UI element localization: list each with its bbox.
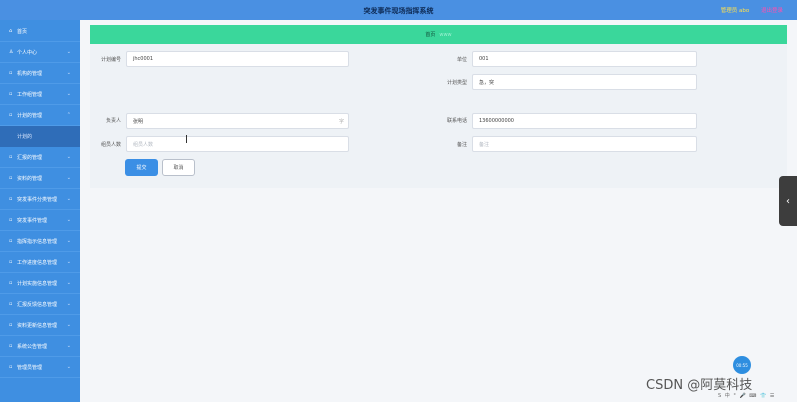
sidebar-item-admin[interactable]: ▫ 管理员管理 ⌄ — [0, 357, 80, 378]
folder-icon: ▫ — [9, 174, 13, 181]
chevron-down-icon: ⌄ — [66, 343, 71, 349]
chevron-down-icon: ⌄ — [66, 217, 71, 223]
sidebar-subitem-plan[interactable]: 计划的 — [0, 126, 80, 147]
sidebar-item-label: 资料的管理 — [17, 175, 43, 182]
sidebar-item-label: 汇报的管理 — [17, 154, 43, 161]
user-icon: ♙ — [9, 48, 14, 55]
chevron-down-icon: ⌄ — [66, 364, 71, 370]
watermark: CSDN @阿莫科技 — [646, 378, 753, 393]
chevron-up-icon: ⌃ — [66, 112, 71, 118]
folder-icon: ▫ — [9, 111, 13, 118]
app-title: 突发事件现场指挥系统 — [363, 7, 434, 15]
folder-icon: ▫ — [9, 258, 13, 265]
plan-type-input[interactable]: 急，突 — [472, 74, 697, 90]
chevron-down-icon: ⌄ — [66, 154, 71, 160]
sidebar-item-label: 指挥指示信息管理 — [17, 238, 58, 245]
system-tray: S 中 ° 🎤 ⌨ 👕 ☰ — [718, 393, 776, 399]
chevron-down-icon: ⌄ — [66, 70, 71, 76]
floating-badge[interactable]: 00:55 — [733, 356, 751, 374]
count-input[interactable]: 组员人数 — [126, 136, 349, 152]
chevron-down-icon: ⌄ — [66, 301, 71, 307]
sidebar-item-org[interactable]: ▫ 机构的管理 ⌄ — [0, 63, 80, 84]
plan-type-label: 计划类型 — [446, 80, 467, 86]
sidebar-item-label: 资料更新信息管理 — [17, 322, 58, 329]
folder-icon: ▫ — [9, 300, 13, 307]
plan-id-input[interactable]: jhc0001 — [126, 51, 349, 67]
sidebar-item-material[interactable]: ▫ 资料的管理 ⌄ — [0, 168, 80, 189]
principal-suffix: 字 — [338, 118, 344, 125]
folder-icon: ▫ — [9, 363, 13, 370]
chevron-down-icon: ⌄ — [66, 259, 71, 265]
folder-icon: ▫ — [9, 237, 13, 244]
sidebar-item-label: 工作组管理 — [17, 91, 43, 98]
sidebar-item-home[interactable]: ⌂ 首页 — [0, 21, 80, 42]
folder-icon: ▫ — [9, 279, 13, 286]
admin-label: 管理员 abo — [720, 8, 750, 14]
sidebar-item-workgroup[interactable]: ▫ 工作组管理 ⌄ — [0, 84, 80, 105]
sidebar-item-implementation[interactable]: ▫ 计划实施信息管理 ⌄ — [0, 273, 80, 294]
chevron-down-icon: ⌄ — [66, 322, 71, 328]
chevron-down-icon: ⌄ — [66, 280, 71, 286]
folder-icon: ▫ — [9, 321, 13, 328]
logout-link[interactable]: 退出登录 — [761, 8, 783, 14]
phone-label: 联系电话 — [446, 118, 467, 124]
submit-button[interactable]: 提交 — [125, 159, 158, 176]
sidebar-item-label: 突发事件分类管理 — [17, 196, 58, 203]
sidebar-item-announcement[interactable]: ▫ 系统公告管理 ⌄ — [0, 336, 80, 357]
unit-label: 单位 — [456, 57, 467, 63]
chevron-down-icon: ⌄ — [66, 91, 71, 97]
sidebar-item-label: 工作进度信息管理 — [17, 259, 58, 266]
sidebar-item-label: 机构的管理 — [17, 70, 43, 77]
sidebar-item-progress[interactable]: ▫ 工作进度信息管理 ⌄ — [0, 252, 80, 273]
sidebar-item-incident[interactable]: ▫ 突发事件管理 ⌄ — [0, 210, 80, 231]
principal-value: 张明 — [133, 118, 144, 125]
home-icon: ⌂ — [9, 27, 13, 34]
text-cursor — [186, 135, 187, 143]
chevron-down-icon: ⌄ — [66, 238, 71, 244]
sidebar-item-plan[interactable]: ▫ 计划的管理 ⌃ — [0, 105, 80, 126]
banner-fade-text: www — [439, 31, 452, 38]
chevron-left-icon: ‹ — [786, 195, 790, 207]
plan-id-label: 计划编号 — [100, 57, 121, 63]
sidebar-item-label: 个人中心 — [17, 49, 38, 56]
sidebar-item-command[interactable]: ▫ 指挥指示信息管理 ⌄ — [0, 231, 80, 252]
folder-icon: ▫ — [9, 342, 13, 349]
chevron-down-icon: ⌄ — [66, 175, 71, 181]
count-label: 组员人数 — [100, 142, 121, 148]
folder-icon: ▫ — [9, 153, 13, 160]
remark-input[interactable]: 备注 — [472, 136, 697, 152]
sidebar-item-feedback[interactable]: ▫ 汇报反馈信息管理 ⌄ — [0, 294, 80, 315]
success-banner: 首页 www — [90, 25, 787, 44]
remark-label: 备注 — [456, 142, 467, 148]
sidebar-item-incident-category[interactable]: ▫ 突发事件分类管理 ⌄ — [0, 189, 80, 210]
principal-input[interactable]: 张明 字 — [126, 113, 349, 129]
chevron-down-icon: ⌄ — [66, 49, 71, 55]
collapse-panel-tab[interactable]: ‹ — [779, 176, 797, 226]
chevron-down-icon: ⌄ — [66, 196, 71, 202]
sidebar-item-report[interactable]: ▫ 汇报的管理 ⌄ — [0, 147, 80, 168]
user-area: 管理员 abo 退出登录 — [721, 6, 783, 14]
sidebar-item-update[interactable]: ▫ 资料更新信息管理 ⌄ — [0, 315, 80, 336]
sidebar-item-label: 计划实施信息管理 — [17, 280, 58, 287]
folder-icon: ▫ — [9, 90, 13, 97]
top-bar: 突发事件现场指挥系统 管理员 abo 退出登录 — [0, 0, 797, 20]
phone-input[interactable]: 13600000000 — [472, 113, 697, 129]
folder-icon: ▫ — [9, 195, 13, 202]
sidebar-item-label: 突发事件管理 — [17, 217, 48, 224]
unit-input[interactable]: 001 — [472, 51, 697, 67]
folder-icon: ▫ — [9, 69, 13, 76]
principal-label: 负责人 — [105, 118, 121, 124]
banner-text: 首页 — [425, 32, 436, 38]
sidebar-item-label: 系统公告管理 — [17, 343, 48, 350]
sidebar-item-label: 计划的管理 — [17, 112, 43, 119]
cancel-button[interactable]: 取消 — [162, 159, 195, 176]
sidebar: ⌂ 首页 ♙ 个人中心 ⌄ ▫ 机构的管理 ⌄ ▫ 工作组管理 ⌄ ▫ 计划的管理 ⌃ 计划的 ▫… — [0, 20, 80, 402]
folder-icon: ▫ — [9, 216, 13, 223]
sidebar-item-label: 管理员管理 — [17, 364, 43, 371]
sidebar-item-profile[interactable]: ♙ 个人中心 ⌄ — [0, 42, 80, 63]
sidebar-item-label: 计划的 — [17, 134, 33, 140]
sidebar-item-label: 汇报反馈信息管理 — [17, 301, 58, 308]
sidebar-item-label: 首页 — [17, 28, 28, 35]
